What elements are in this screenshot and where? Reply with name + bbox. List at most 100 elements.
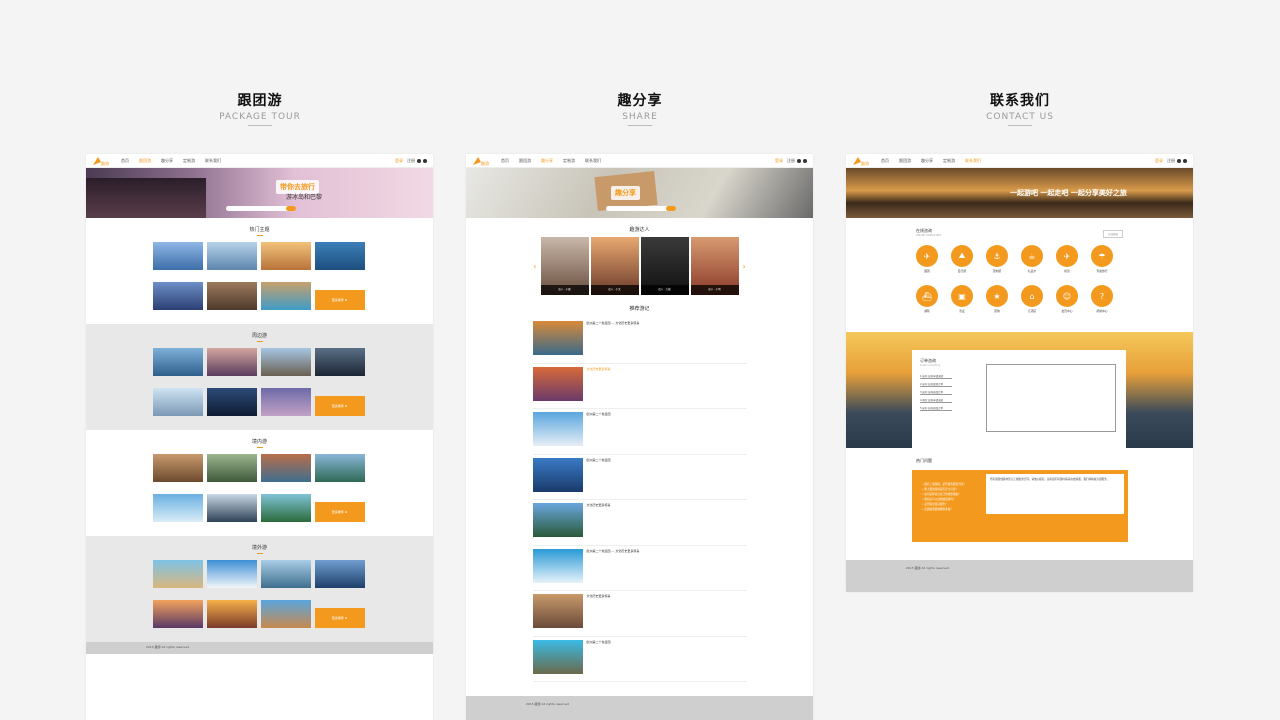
nav-item-share[interactable]: 趣分享 [921,158,933,164]
service-item[interactable]: ⛴ 邮轮 [916,285,938,313]
list-item[interactable]: 文化历史更多惊喜 [532,591,747,637]
more-button[interactable]: 更多推荐 ⊕ [314,290,365,310]
wechat-icon[interactable] [423,158,427,163]
login-link[interactable]: 登录 [395,158,403,164]
weibo-icon[interactable] [417,158,421,163]
search-icon[interactable] [666,206,676,211]
login-link[interactable]: 登录 [1155,158,1163,164]
tour-card[interactable] [206,454,257,490]
list-item[interactable]: 文化历史更多惊喜 [532,364,747,409]
register-link[interactable]: 注册 [407,158,415,164]
hero-search-input[interactable] [606,206,676,211]
tour-card[interactable] [314,348,365,384]
nav-item-custom[interactable]: 定制游 [183,158,195,164]
wechat-icon[interactable] [1183,158,1187,163]
order-link[interactable]: 3.如何 如何修改订单 [920,390,952,395]
order-link[interactable]: 1.如何 如何申请退款 [920,374,952,379]
tour-card[interactable] [206,388,257,424]
more-button[interactable]: 更多推荐 ⊕ [314,608,365,628]
tour-card[interactable] [152,600,203,636]
list-item[interactable]: 欧洲第二个免签国 [532,637,747,682]
nav-item-contact[interactable]: 联系我们 [585,158,601,164]
logo-icon[interactable]: 趣游 [472,156,490,166]
chevron-left-icon[interactable]: ‹ [533,262,536,271]
nav-item-tour[interactable]: 跟团游 [899,158,911,164]
search-icon[interactable] [286,206,296,211]
nav-item-share[interactable]: 趣分享 [161,158,173,164]
register-link[interactable]: 注册 [787,158,795,164]
register-link[interactable]: 注册 [1167,158,1175,164]
order-link[interactable]: 4.预定 如何申请退款 [920,398,952,403]
tour-card[interactable] [206,560,257,596]
service-item[interactable]: ✈ 跟团 [916,245,938,273]
service-item[interactable]: ☺ 会员中心 [1056,285,1078,313]
wechat-icon[interactable] [803,158,807,163]
tour-card[interactable] [260,282,311,318]
list-item[interactable]: 欧洲第二个免签国 [532,409,747,455]
logo-icon[interactable]: 趣游 [92,156,110,166]
nav-item-custom[interactable]: 定制游 [563,158,575,164]
tour-card[interactable] [206,494,257,530]
nav-item-share[interactable]: 趣分享 [541,158,553,164]
service-item[interactable]: ⛰ 自驾游 [951,245,973,273]
nav-item-contact[interactable]: 联系我们 [205,158,221,164]
weibo-icon[interactable] [1177,158,1181,163]
tour-card[interactable] [314,242,365,278]
tour-card[interactable] [260,388,311,424]
service-item[interactable]: ⚓ 定制游 [986,245,1008,273]
tour-card[interactable] [260,348,311,384]
service-item[interactable]: ☂ 专属旅行 [1091,245,1113,273]
service-item[interactable]: ⌂ 订酒店 [1021,285,1043,313]
order-link[interactable]: 2.如何 如何取消订单 [920,382,952,387]
nav-item-tour[interactable]: 跟团游 [139,158,151,164]
order-message-textarea[interactable] [986,364,1116,432]
tour-card[interactable] [206,348,257,384]
nav-item-tour[interactable]: 跟团游 [519,158,531,164]
tour-card[interactable] [206,600,257,636]
tour-card[interactable] [206,242,257,278]
service-item[interactable]: ▣ 签证 [951,285,973,313]
nav-item-custom[interactable]: 定制游 [943,158,955,164]
nav-item-home[interactable]: 首页 [501,158,509,164]
service-item[interactable]: ☕ 礼品卡 [1021,245,1043,273]
service-item[interactable]: ★ 团购 [986,285,1008,313]
tour-card[interactable] [152,348,203,384]
tour-card[interactable] [314,454,365,490]
person-card[interactable]: 达人 · 小文 [590,237,639,295]
tour-card[interactable] [260,494,311,530]
login-link[interactable]: 登录 [775,158,783,164]
hero-search-input[interactable] [226,206,296,211]
nav-item-home[interactable]: 首页 [121,158,129,164]
tour-card[interactable] [260,242,311,278]
list-item[interactable]: 欧洲第二个免签国 [532,455,747,500]
nav-item-home[interactable]: 首页 [881,158,889,164]
person-card[interactable]: 达人 · 大雄 [640,237,689,295]
tour-card[interactable] [152,494,203,530]
person-card[interactable]: 达人 · 小明 [690,237,739,295]
tour-card[interactable] [260,600,311,636]
tour-card[interactable] [152,454,203,490]
tour-card[interactable] [152,560,203,596]
tour-card[interactable] [314,560,365,596]
tour-card[interactable] [152,242,203,278]
service-item[interactable]: ? 帮助中心 [1091,285,1113,313]
faq-question[interactable]: • 出团前需要做哪些准备？ [922,507,966,512]
tour-card[interactable] [260,454,311,490]
chevron-right-icon[interactable]: › [743,262,746,271]
person-card[interactable]: 达人 · 小雅 [540,237,589,295]
nav-item-contact[interactable]: 联系我们 [965,158,981,164]
tour-card[interactable] [206,282,257,318]
more-button[interactable]: 更多推荐 ⊕ [314,396,365,416]
more-button[interactable]: 更多推荐 ⊕ [314,502,365,522]
weibo-icon[interactable] [797,158,801,163]
tour-card[interactable] [152,282,203,318]
list-item[interactable]: 文化历史更多惊喜 [532,500,747,546]
service-item[interactable]: ✈ 机票 [1056,245,1078,273]
order-link[interactable]: 5.如何 如何修改订单 [920,406,952,411]
tour-card[interactable] [152,388,203,424]
logo-icon[interactable]: 趣游 [852,156,870,166]
list-item[interactable]: 欧洲第二个免签国 — 文化历史更多惊喜 [532,546,747,591]
tour-card[interactable] [260,560,311,596]
list-item[interactable]: 欧洲第二个免签国 — 文化历史更多惊喜 [532,318,747,364]
online-service-button[interactable]: 在线客服 [1102,230,1123,238]
